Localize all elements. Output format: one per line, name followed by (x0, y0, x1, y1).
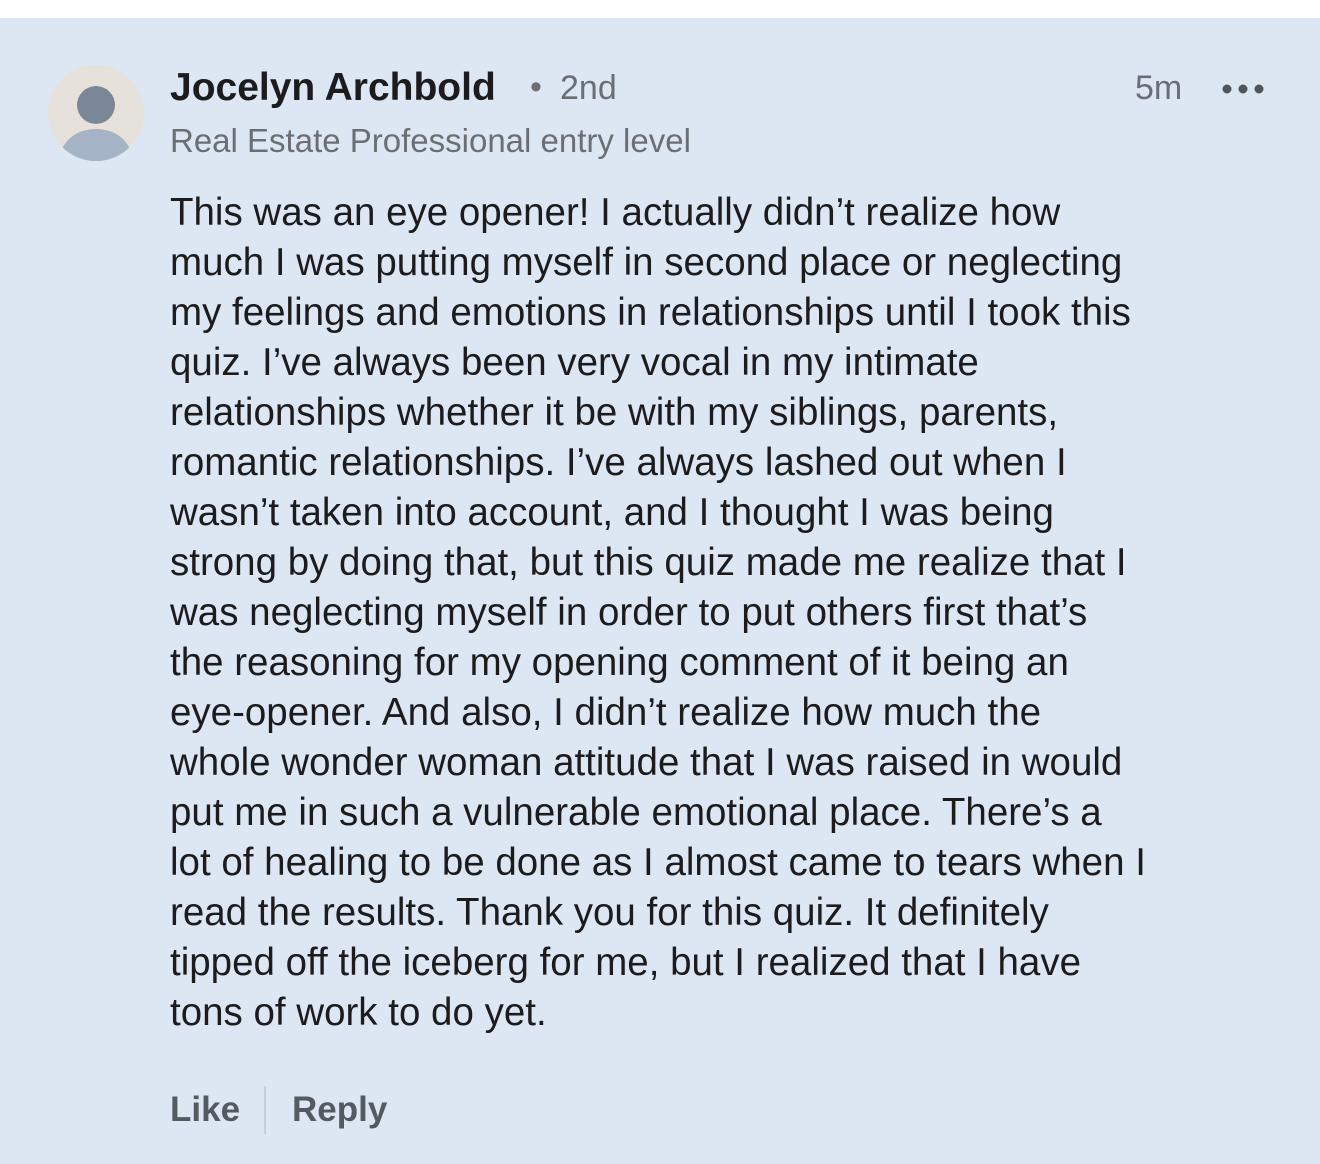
comment-line: my feelings and emotions in relationship… (170, 291, 1131, 334)
comment-line: wasn’t taken into account, and I thought… (170, 491, 1054, 534)
author-name[interactable]: Jocelyn Archbold (170, 66, 496, 110)
action-divider (264, 1086, 266, 1134)
comment-line: put me in such a vulnerable emotional pl… (170, 791, 1102, 834)
person-icon (48, 65, 144, 161)
comment-card: Jocelyn Archbold • 2nd Real Estate Profe… (0, 18, 1320, 1164)
author-headline: Real Estate Professional entry level (170, 122, 691, 159)
reply-button[interactable]: Reply (292, 1090, 387, 1130)
comment-line: quiz. I’ve always been very vocal in my … (170, 341, 979, 384)
connection-degree: 2nd (560, 69, 617, 107)
comment-line: This was an eye opener! I actually didn’… (170, 191, 1061, 234)
author-avatar[interactable] (48, 65, 144, 161)
comment-line: much I was putting myself in second plac… (170, 241, 1123, 284)
comment-line: relationships whether it be with my sibl… (170, 391, 1059, 434)
more-horizontal-icon (1222, 84, 1264, 94)
comment-line: lot of healing to be done as I almost ca… (170, 841, 1146, 884)
comment-line: eye-opener. And also, I didn’t realize h… (170, 691, 1042, 734)
comment-line: tons of work to do yet. (170, 991, 547, 1034)
more-options-button[interactable] (1218, 72, 1268, 108)
comment-timestamp: 5m (1135, 69, 1183, 107)
comment-body: This was an eye opener! I actually didn’… (170, 188, 1290, 1038)
comment-line: was neglecting myself in order to put ot… (170, 591, 1088, 634)
comment-line: whole wonder woman attitude that I was r… (170, 741, 1123, 784)
comment-line: read the results. Thank you for this qui… (170, 891, 1049, 934)
comment-line: tipped off the iceberg for me, but I rea… (170, 941, 1082, 984)
separator-dot: • (530, 68, 542, 106)
like-button[interactable]: Like (170, 1090, 240, 1130)
comment-line: romantic relationships. I’ve always lash… (170, 441, 1067, 484)
comment-line: strong by doing that, but this quiz made… (170, 541, 1127, 584)
comment-line: the reasoning for my opening comment of … (170, 641, 1069, 684)
